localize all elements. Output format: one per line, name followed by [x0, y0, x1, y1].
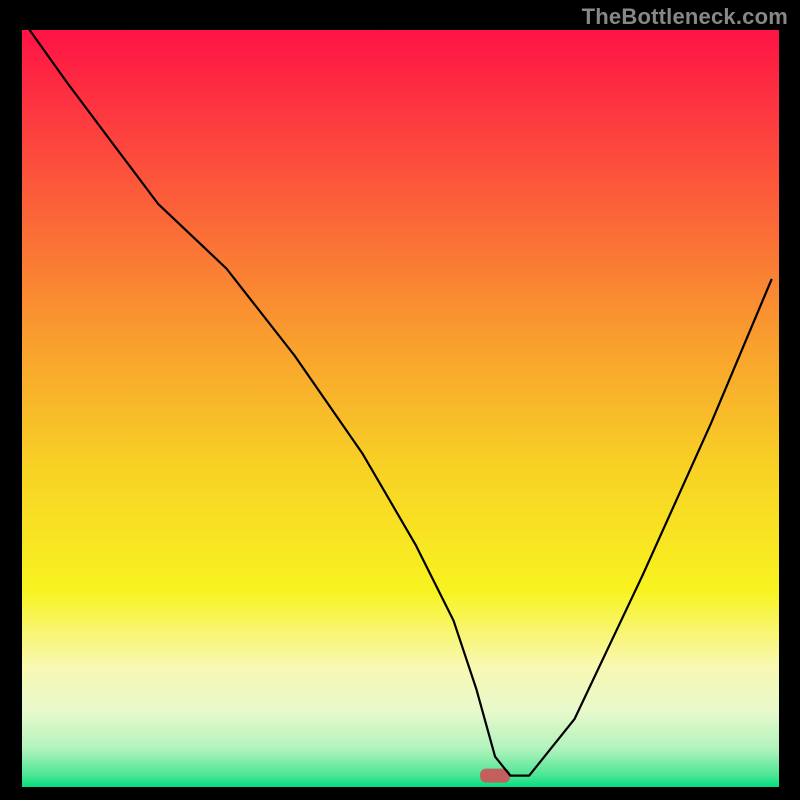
bottleneck-chart [22, 30, 779, 787]
gradient-background [22, 30, 779, 787]
chart-frame: TheBottleneck.com [0, 0, 800, 800]
site-attribution: TheBottleneck.com [582, 4, 788, 30]
